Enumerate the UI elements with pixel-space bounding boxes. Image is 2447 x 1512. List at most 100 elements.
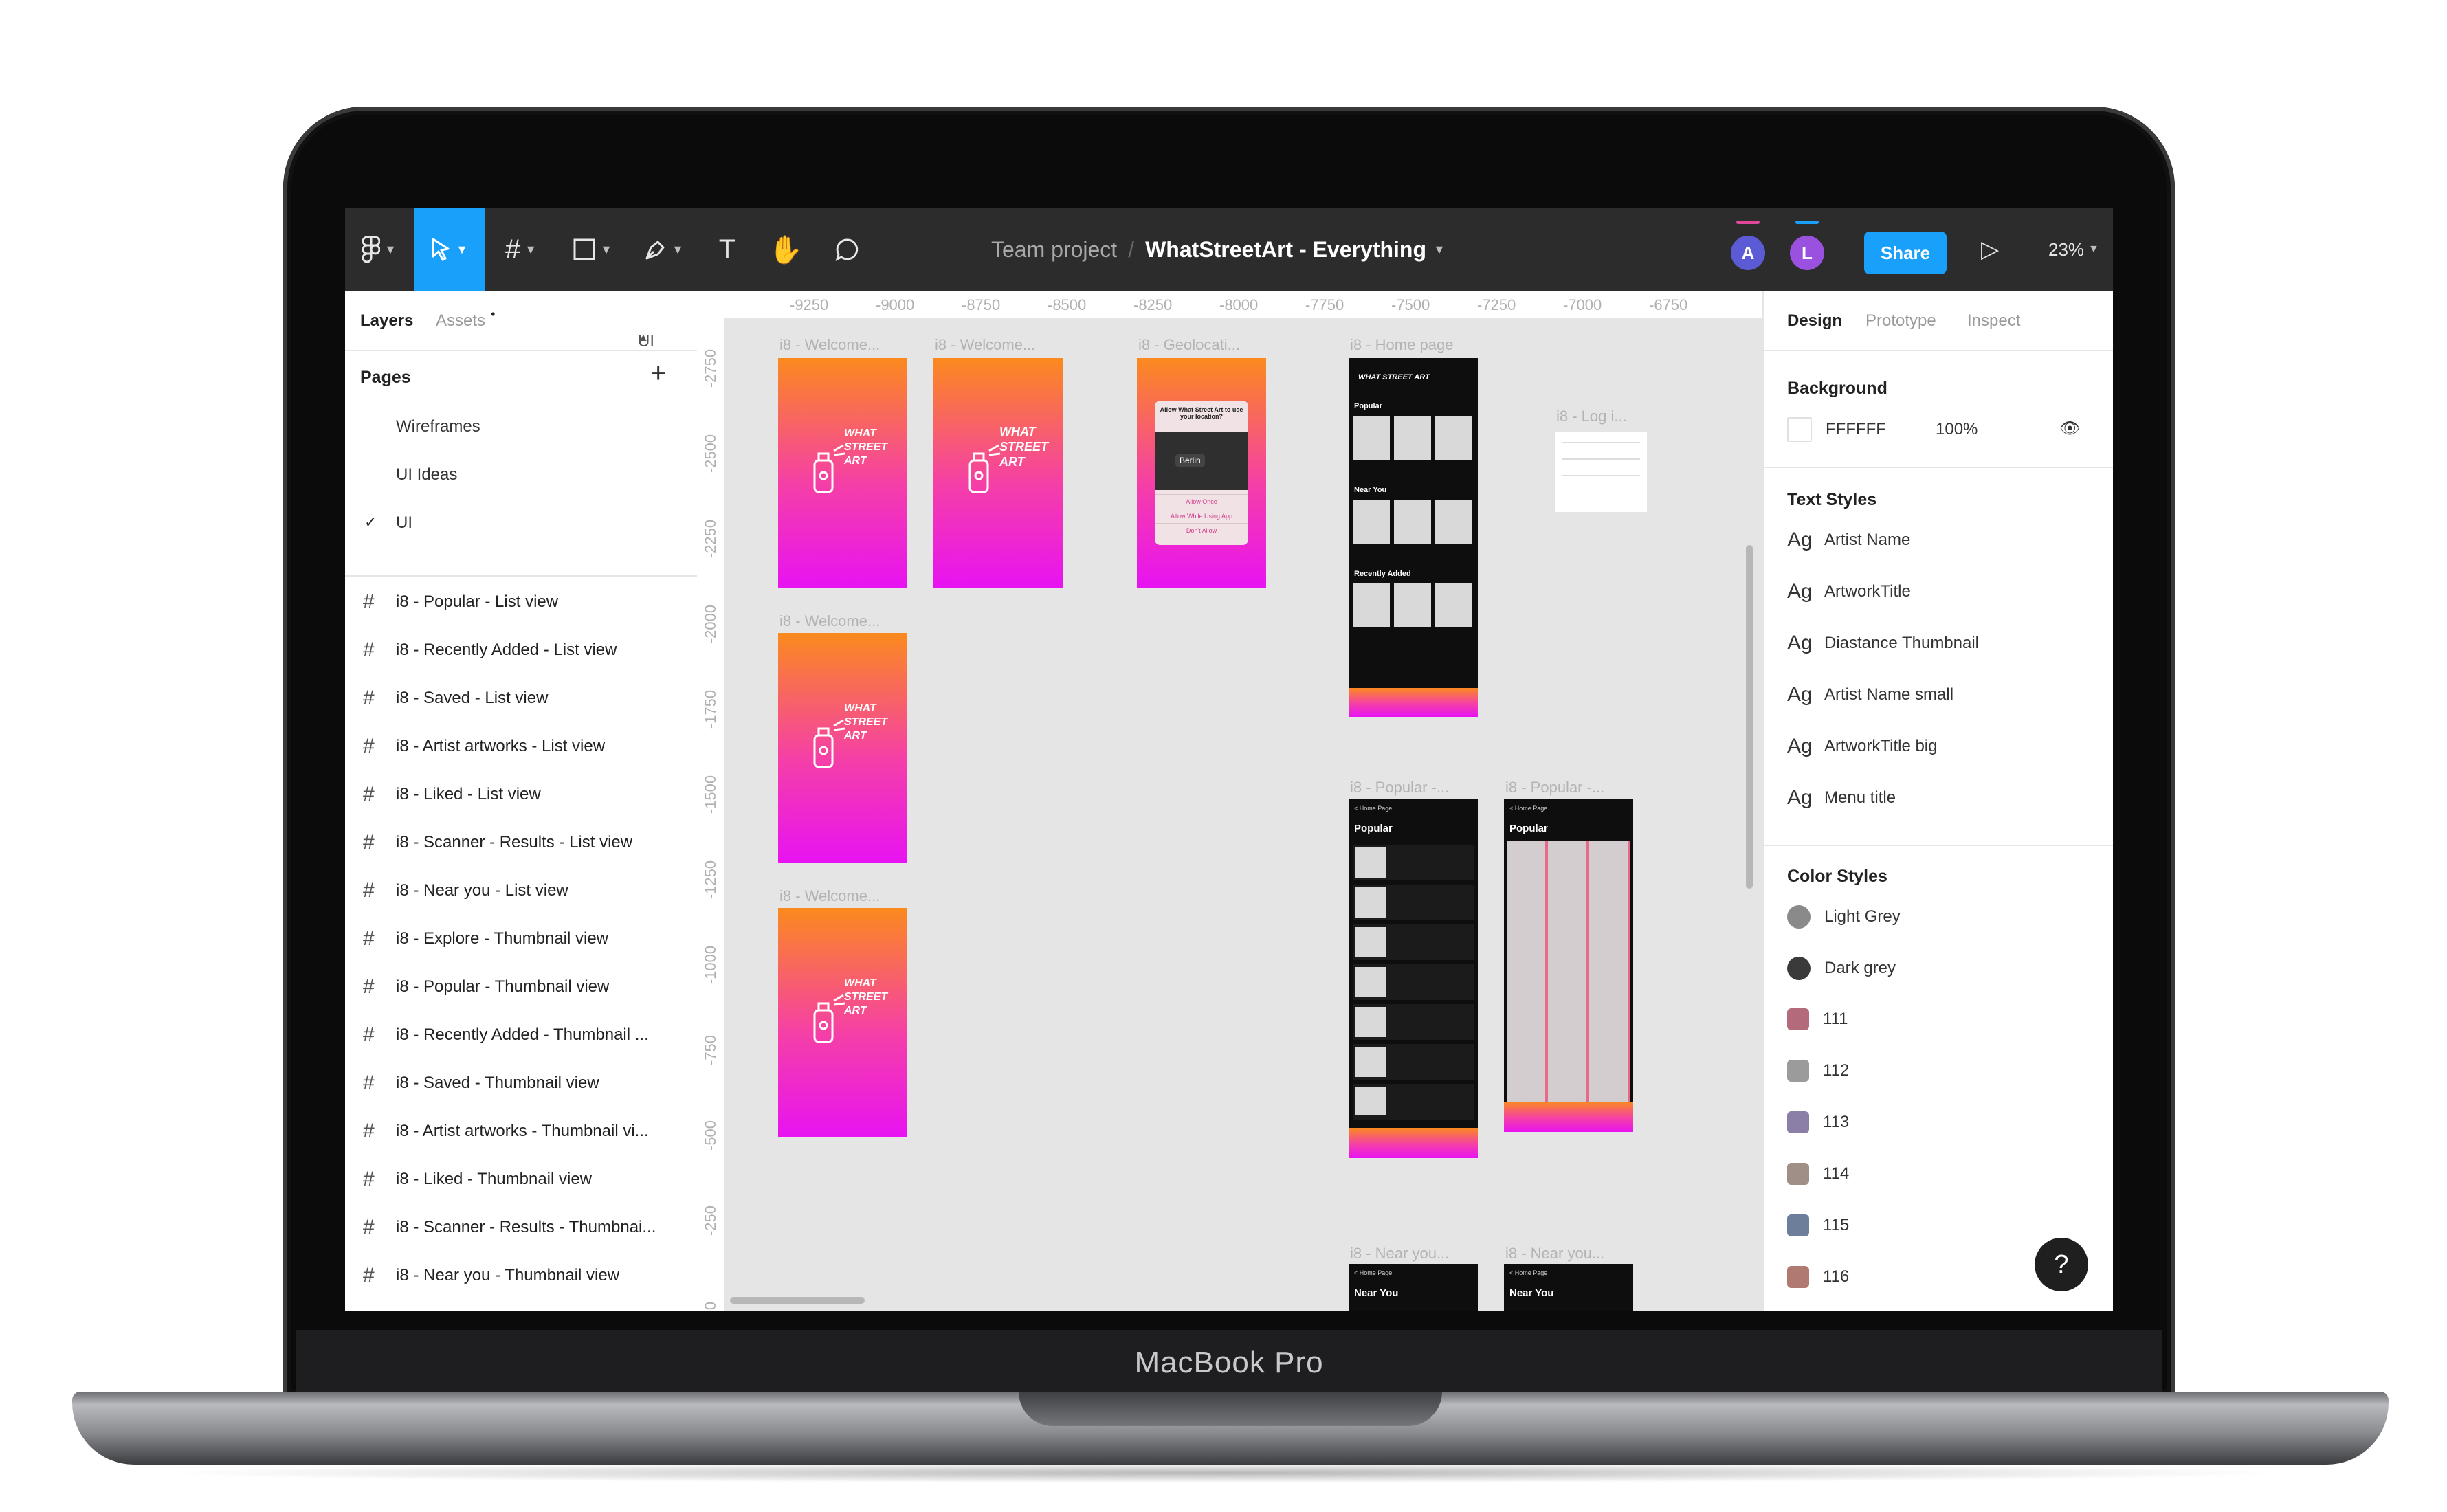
text-style-item[interactable]: Ag Diastance Thumbnail (1787, 632, 1979, 655)
near-you-list-frame[interactable]: < Home Page Near You (1349, 1264, 1478, 1311)
layer-item[interactable]: # i8 - Saved - List view (363, 685, 548, 712)
tab-design[interactable]: Design (1787, 311, 1842, 331)
pen-tool[interactable]: ▼ (628, 208, 700, 291)
near-you-thumbnail-frame[interactable]: < Home Page Near You (1504, 1264, 1633, 1311)
zoom-menu[interactable]: 23% ▼ (2048, 208, 2099, 291)
tab-layers[interactable]: Layers (360, 311, 413, 331)
home-page-frame[interactable]: WHAT STREET ART Popular Near You Recentl… (1349, 358, 1478, 717)
layer-item[interactable]: # i8 - Artist artworks - Thumbnail vi... (363, 1118, 649, 1145)
background-hex[interactable]: FFFFFF (1826, 420, 1936, 439)
text-style-icon: Ag (1787, 632, 1813, 654)
canvas-scrollbar-horizontal[interactable] (730, 1297, 865, 1304)
color-swatch (1787, 1266, 1809, 1288)
geolocation-frame[interactable]: Allow What Street Art to use your locati… (1137, 358, 1266, 588)
screen-title: Near You (1509, 1287, 1554, 1299)
frame-label[interactable]: i8 - Log i... (1556, 408, 1627, 425)
hand-tool[interactable]: ✋ (755, 208, 817, 291)
page-item-wireframes[interactable]: Wireframes (396, 417, 480, 436)
canvas-scrollbar-vertical[interactable] (1746, 545, 1753, 889)
frame-label[interactable]: i8 - Popular -... (1505, 779, 1604, 797)
tab-assets[interactable]: Assets (436, 311, 485, 331)
text-style-item[interactable]: Ag ArtworkTitle (1787, 580, 1911, 603)
layer-item[interactable]: # i8 - Scanner - Results - Thumbnai... (363, 1214, 656, 1241)
avatar-a[interactable]: A (1731, 221, 1765, 270)
text-style-item[interactable]: Ag Menu title (1787, 786, 1896, 810)
login-frame[interactable] (1555, 432, 1647, 512)
background-swatch[interactable] (1787, 417, 1812, 442)
color-style-item[interactable]: 115 (1787, 1214, 1849, 1236)
color-style-item[interactable]: 114 (1787, 1163, 1849, 1185)
color-style-item[interactable]: Light Grey (1787, 905, 1901, 929)
chevron-down-icon: ▼ (456, 242, 468, 256)
frame-label[interactable]: i8 - Popular -... (1350, 779, 1449, 797)
frame-label[interactable]: i8 - Near you... (1505, 1245, 1604, 1263)
layer-item[interactable]: # i8 - Near you - List view (363, 877, 568, 904)
background-row[interactable]: FFFFFF 100% (1787, 417, 1978, 442)
help-button[interactable]: ? (2035, 1238, 2088, 1291)
welcome-frame[interactable]: WHAT STREET ART (778, 633, 907, 863)
frame-label[interactable]: i8 - Welcome... (779, 336, 880, 354)
avatar-l[interactable]: L (1790, 221, 1824, 270)
color-style-item[interactable]: 112 (1787, 1060, 1849, 1082)
eye-icon[interactable]: 👁 (2059, 419, 2080, 438)
chevron-down-icon[interactable]: ▼ (1433, 243, 1446, 257)
color-style-item[interactable]: 111 (1787, 1008, 1848, 1030)
main-menu[interactable]: ▼ (345, 208, 414, 291)
layer-item[interactable]: # i8 - Saved - Thumbnail view (363, 1069, 599, 1097)
text-style-item[interactable]: Ag Artist Name small (1787, 683, 1953, 707)
layer-item[interactable]: # i8 - Recently Added - List view (363, 636, 617, 664)
tab-prototype[interactable]: Prototype (1865, 311, 1936, 331)
layer-item[interactable]: # i8 - Popular - Thumbnail view (363, 973, 609, 1001)
welcome-frame[interactable]: WHAT STREET ART (778, 908, 907, 1137)
text-style-item[interactable]: Ag ArtworkTitle big (1787, 735, 1937, 758)
layer-item[interactable]: # i8 - Scanner - Results - List view (363, 829, 632, 856)
popular-thumbnail-frame[interactable]: < Home Page Popular (1504, 799, 1633, 1132)
layer-item[interactable]: # i8 - Popular - List view (363, 588, 558, 616)
layer-item[interactable]: # i8 - Artist artworks - List view (363, 733, 605, 760)
frame-label[interactable]: i8 - Geolocati... (1138, 336, 1240, 354)
background-opacity[interactable]: 100% (1936, 420, 1978, 439)
text-style-label: Menu title (1824, 788, 1896, 807)
canvas[interactable]: i8 - Welcome... i8 - Welcome... i8 - Geo… (724, 318, 1762, 1311)
dont-allow-option: Don't Allow (1155, 523, 1248, 537)
ruler-tick-label: -2000 (702, 604, 719, 644)
cursor-icon (432, 238, 450, 261)
project-name[interactable]: Team project (991, 237, 1117, 263)
frame-label[interactable]: i8 - Welcome... (779, 612, 880, 630)
frame-label[interactable]: i8 - Welcome... (779, 887, 880, 905)
text-style-item[interactable]: Ag Artist Name (1787, 529, 1910, 552)
popular-list-frame[interactable]: < Home Page Popular (1349, 799, 1478, 1158)
color-style-item[interactable]: 116 (1787, 1266, 1849, 1288)
share-button[interactable]: Share (1864, 232, 1947, 274)
welcome-frame[interactable]: WHAT STREET ART (778, 358, 907, 588)
layer-item[interactable]: # i8 - Near you - Thumbnail view (363, 1262, 619, 1289)
pen-icon (645, 241, 665, 260)
move-tool[interactable]: ▼ (414, 208, 485, 291)
present-button[interactable]: ▷ (1981, 208, 1999, 291)
frame-label[interactable]: i8 - Welcome... (935, 336, 1035, 354)
text-tool[interactable]: T (700, 208, 755, 291)
app-logo-text: WHAT STREET ART (999, 425, 1049, 469)
layer-item[interactable]: # i8 - Explore - Thumbnail view (363, 925, 608, 953)
frame-label[interactable]: i8 - Near you... (1350, 1245, 1449, 1263)
frame-label[interactable]: i8 - Home page (1350, 336, 1453, 354)
layer-item[interactable]: # i8 - Recently Added - Thumbnail ... (363, 1021, 649, 1049)
file-name[interactable]: WhatStreetArt - Everything (1145, 237, 1426, 263)
layer-label: i8 - Explore - Thumbnail view (396, 929, 609, 948)
welcome-frame[interactable]: WHAT STREET ART (933, 358, 1063, 588)
page-item-ui[interactable]: UI (396, 513, 412, 533)
add-page-button[interactable]: + (650, 358, 666, 389)
frame-tool[interactable]: # ▼ (485, 208, 557, 291)
color-style-item[interactable]: 113 (1787, 1111, 1849, 1133)
tab-inspect[interactable]: Inspect (1967, 311, 2020, 331)
layer-item[interactable]: # i8 - Liked - List view (363, 781, 541, 808)
shape-tool[interactable]: ▼ (557, 208, 628, 291)
page-item-ui-ideas[interactable]: UI Ideas (396, 465, 457, 485)
ruler-tick-label: -7500 (1391, 296, 1430, 313)
panel-divider (1764, 467, 2113, 468)
comment-tool[interactable] (817, 208, 878, 291)
layer-item[interactable]: # i8 - Liked - Thumbnail view (363, 1166, 592, 1193)
color-style-item[interactable]: Dark grey (1787, 957, 1896, 980)
panel-divider (345, 575, 697, 577)
ruler-tick-label: -8250 (1133, 296, 1173, 313)
